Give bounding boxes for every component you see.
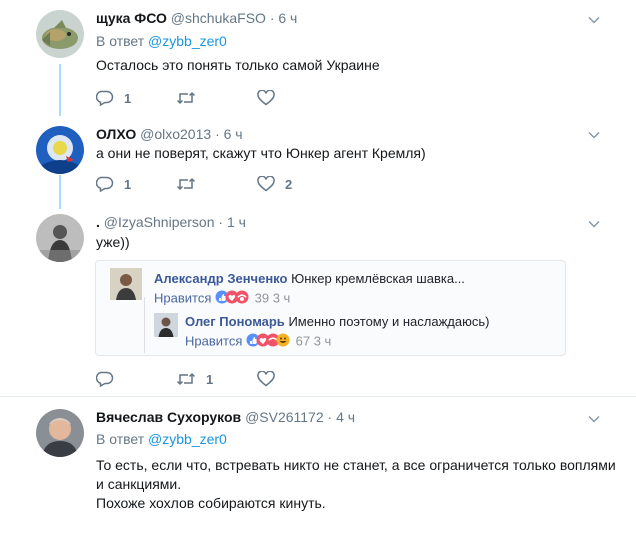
avatar [154,313,178,337]
chevron-down-icon[interactable] [587,13,601,27]
tweet-header: . @IzyaShniperson · 1 ч [96,213,246,231]
comment-text: Именно поэтому и наслаждаюсь) [288,314,490,329]
avatar[interactable] [36,126,84,174]
like-button[interactable]: 2 [257,174,292,194]
heart-icon [257,90,275,106]
tweet-header: щука ФСО @shchukaFSO · 6 ч [96,9,297,27]
tweet-actions: 1 [96,369,396,389]
comment-time: 3 ч [313,333,332,349]
tweet-text-line: Похоже хохлов собираются кинуть. [96,495,326,511]
avatar [110,268,142,300]
tweet-header: Вячеслав Сухоруков @SV261172 · 4 ч [96,408,355,426]
reaction-count: 67 [295,333,311,349]
retweet-icon [176,90,196,106]
retweet-button[interactable]: 1 [176,369,213,389]
heart-icon [257,371,275,387]
avatar[interactable] [36,409,84,457]
tweet[interactable]: щука ФСО @shchukaFSO · 6 ч В ответ @zybb… [0,0,636,120]
chevron-down-icon[interactable] [587,412,601,426]
reply-count: 1 [124,176,132,192]
reply-context: В ответ @zybb_zer0 [96,430,227,448]
chevron-down-icon[interactable] [587,128,601,142]
timestamp[interactable]: 6 ч [278,10,297,26]
avatar[interactable] [36,214,84,262]
retweet-count: 1 [206,371,214,387]
user-handle[interactable]: @olxo2013 [140,126,211,142]
display-name[interactable]: Вячеслав Сухоруков [96,409,241,425]
tweet[interactable]: ОЛХО @olxo2013 · 6 ч а они не поверят, с… [0,120,636,206]
comment-like-label: Нравится [154,290,212,306]
tweet-text-line: То есть, если что, встревать никто не ст… [96,457,616,473]
reactions-icon [246,333,292,351]
chevron-down-icon[interactable] [587,217,601,231]
reply-button[interactable]: 1 [96,88,131,108]
tweet-text: а они не поверят, скажут что Юнкер агент… [96,145,426,161]
display-name[interactable]: . [96,214,100,230]
tweet-header: ОЛХО @olxo2013 · 6 ч [96,125,243,143]
separator-dot: · [215,126,220,142]
tweet[interactable]: Вячеслав Сухоруков @SV261172 · 4 ч В отв… [0,397,636,551]
tweet-actions: 1 [96,88,396,108]
tweet-text-line: и санкциями. [96,476,182,492]
reply-mention-link[interactable]: @zybb_zer0 [148,33,227,49]
separator-dot: · [269,10,275,26]
reaction-count: 39 [254,290,270,306]
display-name[interactable]: ОЛХО [96,126,136,142]
reply-icon [96,371,114,387]
reply-button[interactable] [96,369,124,389]
comment-text: Юнкер кремлёвская шавка... [291,271,465,286]
tweet-text: Осталось это понять только самой Украине [96,57,380,73]
comment-meta: Нравится 67 3 ч [185,333,331,351]
retweet-icon [176,176,196,192]
user-handle[interactable]: @shchukaFSO [171,10,266,26]
comment-row: Олег Пономарь Именно поэтому и наслаждаю… [185,314,489,330]
tweet-actions: 1 2 [96,174,396,194]
reply-icon [96,90,114,106]
like-button[interactable] [257,88,285,108]
reply-prefix: В ответ [96,33,145,49]
heart-icon [257,176,275,192]
comment-meta: Нравится 39 3 ч [154,290,290,308]
comment-time: 3 ч [272,290,291,306]
timestamp[interactable]: 4 ч [336,409,355,425]
reply-mention-link[interactable]: @zybb_zer0 [148,431,227,447]
display-name[interactable]: щука ФСО [96,10,167,26]
reactions-icon [215,290,251,308]
commenter-name: Александр Зенченко [154,271,288,286]
like-button[interactable] [257,369,285,389]
reply-button[interactable]: 1 [96,174,131,194]
commenter-name: Олег Пономарь [185,314,285,329]
reply-context: В ответ @zybb_zer0 [96,32,227,50]
separator-dot: · [218,214,224,230]
retweet-icon [176,371,196,387]
reply-count: 1 [124,90,132,106]
comment-like-label: Нравится [185,333,243,349]
user-handle[interactable]: @SV261172 [245,409,324,425]
reply-icon [96,176,114,192]
retweet-button[interactable] [176,174,206,194]
comment-row: Александр Зенченко Юнкер кремлёвская шав… [154,271,465,287]
like-count: 2 [285,176,293,192]
reply-prefix: В ответ [96,431,145,447]
timestamp[interactable]: 6 ч [224,126,243,142]
timestamp[interactable]: 1 ч [227,214,246,230]
retweet-button[interactable] [176,88,206,108]
avatar[interactable] [36,10,84,58]
reply-thread-line [144,297,145,353]
separator-dot: · [327,409,333,425]
tweet-text: уже)) [96,234,130,250]
user-handle[interactable]: @IzyaShniperson [104,214,215,230]
